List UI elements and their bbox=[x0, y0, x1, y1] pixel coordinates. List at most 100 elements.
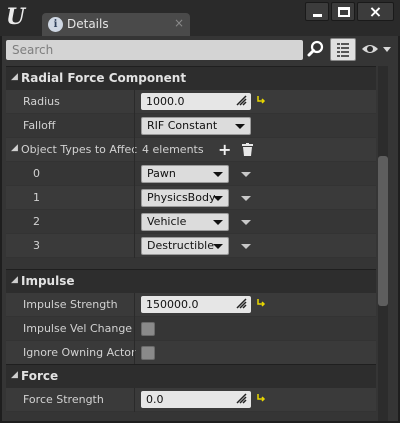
property-label: Impulse Vel Change bbox=[23, 322, 133, 335]
drag-grip-icon[interactable] bbox=[236, 298, 247, 309]
expand-arrow-icon: ◢ bbox=[11, 275, 18, 285]
tab-close-icon[interactable]: × bbox=[174, 16, 184, 30]
tab-details[interactable]: i Details × bbox=[42, 13, 190, 36]
element-index: 3 bbox=[33, 239, 40, 252]
search-input[interactable]: Search bbox=[6, 40, 303, 60]
force-strength-field[interactable]: 0.0 bbox=[141, 391, 251, 408]
info-icon: i bbox=[48, 17, 63, 32]
grid-view-icon bbox=[337, 43, 349, 57]
property-label: Impulse Strength bbox=[23, 298, 118, 311]
maximize-icon bbox=[338, 7, 350, 17]
impulse-strength-value: 150000.0 bbox=[146, 298, 199, 311]
array-element-row: 1 PhysicsBody bbox=[6, 186, 376, 210]
drag-grip-icon[interactable] bbox=[236, 393, 247, 404]
reset-to-default-icon[interactable] bbox=[256, 298, 266, 308]
property-row-impulse-strength: Impulse Strength 150000.0 bbox=[6, 293, 376, 317]
visibility-eye-icon[interactable] bbox=[361, 42, 391, 56]
chevron-down-icon bbox=[235, 124, 245, 129]
title-bar: U i Details × × bbox=[0, 0, 400, 36]
element-value: Destructible bbox=[147, 239, 214, 252]
search-placeholder: Search bbox=[12, 43, 54, 57]
element-count: 4 elements bbox=[142, 143, 204, 156]
column-splitter[interactable] bbox=[134, 388, 135, 412]
maximize-button[interactable] bbox=[331, 2, 355, 21]
property-row-force-strength: Force Strength 0.0 bbox=[6, 388, 376, 412]
search-icon[interactable] bbox=[307, 40, 325, 58]
chevron-down-icon bbox=[213, 172, 223, 177]
category-label: Impulse bbox=[21, 274, 75, 288]
falloff-value: RIF Constant bbox=[147, 119, 218, 132]
property-row-object-types: ◢ Object Types to Affec 4 elements + bbox=[6, 138, 376, 162]
chevron-down-icon bbox=[213, 196, 223, 201]
element-value: PhysicsBody bbox=[147, 191, 216, 204]
property-label: Ignore Owning Actor bbox=[23, 346, 136, 359]
property-label: Force Strength bbox=[23, 393, 104, 406]
column-splitter[interactable] bbox=[134, 114, 135, 138]
column-splitter[interactable] bbox=[134, 138, 135, 162]
column-splitter[interactable] bbox=[134, 317, 135, 341]
element-options-icon[interactable] bbox=[241, 172, 251, 177]
column-splitter[interactable] bbox=[134, 341, 135, 365]
falloff-dropdown[interactable]: RIF Constant bbox=[141, 117, 251, 135]
column-splitter[interactable] bbox=[134, 90, 135, 114]
column-splitter[interactable] bbox=[134, 210, 135, 234]
force-strength-value: 0.0 bbox=[146, 393, 164, 406]
radius-field[interactable]: 1000.0 bbox=[141, 93, 251, 110]
array-element-row: 3 Destructible bbox=[6, 234, 376, 258]
element-options-icon[interactable] bbox=[241, 220, 251, 225]
element-index: 1 bbox=[33, 191, 40, 204]
scrollbar-thumb[interactable] bbox=[378, 156, 388, 306]
element-dropdown[interactable]: Vehicle bbox=[141, 213, 229, 231]
chevron-down-icon bbox=[213, 244, 223, 249]
view-options-button[interactable] bbox=[330, 38, 356, 61]
impulse-strength-field[interactable]: 150000.0 bbox=[141, 296, 251, 313]
category-radial-force[interactable]: ◢ Radial Force Component bbox=[6, 66, 376, 90]
category-force[interactable]: ◢ Force bbox=[6, 364, 376, 388]
vertical-scrollbar[interactable] bbox=[378, 66, 388, 421]
add-element-icon[interactable]: + bbox=[218, 140, 231, 159]
element-options-icon[interactable] bbox=[241, 244, 251, 249]
expand-arrow-icon[interactable]: ◢ bbox=[11, 143, 18, 153]
array-element-row: 0 Pawn bbox=[6, 162, 376, 186]
reset-to-default-icon[interactable] bbox=[256, 393, 266, 403]
array-element-row: 2 Vehicle bbox=[6, 210, 376, 234]
category-label: Radial Force Component bbox=[21, 71, 187, 85]
drag-grip-icon[interactable] bbox=[236, 95, 247, 106]
property-label: Falloff bbox=[23, 119, 56, 132]
reset-to-default-icon[interactable] bbox=[256, 95, 266, 105]
minimize-icon bbox=[313, 14, 322, 17]
column-splitter[interactable] bbox=[134, 234, 135, 258]
element-options-icon[interactable] bbox=[241, 196, 251, 201]
element-value: Pawn bbox=[147, 167, 176, 180]
element-dropdown[interactable]: PhysicsBody bbox=[141, 189, 229, 207]
unreal-logo-icon: U bbox=[6, 4, 26, 30]
column-splitter[interactable] bbox=[134, 162, 135, 186]
expand-arrow-icon: ◢ bbox=[11, 72, 18, 82]
category-impulse[interactable]: ◢ Impulse bbox=[6, 269, 376, 293]
property-row-ignore-owning-actor: Ignore Owning Actor bbox=[6, 341, 376, 365]
tab-details-label: Details bbox=[67, 17, 109, 31]
ignore-owning-actor-checkbox[interactable] bbox=[141, 346, 155, 360]
property-row-radius: Radius 1000.0 bbox=[6, 90, 376, 114]
close-window-button[interactable]: × bbox=[357, 2, 394, 21]
radius-value: 1000.0 bbox=[146, 95, 185, 108]
details-panel: Search ◢ Radial Force Component Radius 1… bbox=[2, 36, 398, 421]
property-row-falloff: Falloff RIF Constant bbox=[6, 114, 376, 138]
property-list: ◢ Radial Force Component Radius 1000.0 F… bbox=[6, 66, 376, 421]
expand-arrow-icon: ◢ bbox=[11, 370, 18, 380]
property-label: Radius bbox=[23, 95, 60, 108]
trash-icon[interactable] bbox=[242, 143, 253, 156]
column-splitter[interactable] bbox=[134, 293, 135, 317]
element-dropdown[interactable]: Destructible bbox=[141, 237, 229, 255]
element-index: 0 bbox=[33, 167, 40, 180]
property-row-impulse-vel-change: Impulse Vel Change bbox=[6, 317, 376, 341]
property-label: Object Types to Affec bbox=[21, 143, 138, 156]
element-value: Vehicle bbox=[147, 215, 187, 228]
minimize-button[interactable] bbox=[305, 2, 329, 21]
category-label: Force bbox=[21, 369, 59, 383]
chevron-down-icon bbox=[213, 220, 223, 225]
element-dropdown[interactable]: Pawn bbox=[141, 165, 229, 183]
column-splitter[interactable] bbox=[134, 186, 135, 210]
close-icon: × bbox=[368, 2, 383, 21]
impulse-vel-change-checkbox[interactable] bbox=[141, 322, 155, 336]
